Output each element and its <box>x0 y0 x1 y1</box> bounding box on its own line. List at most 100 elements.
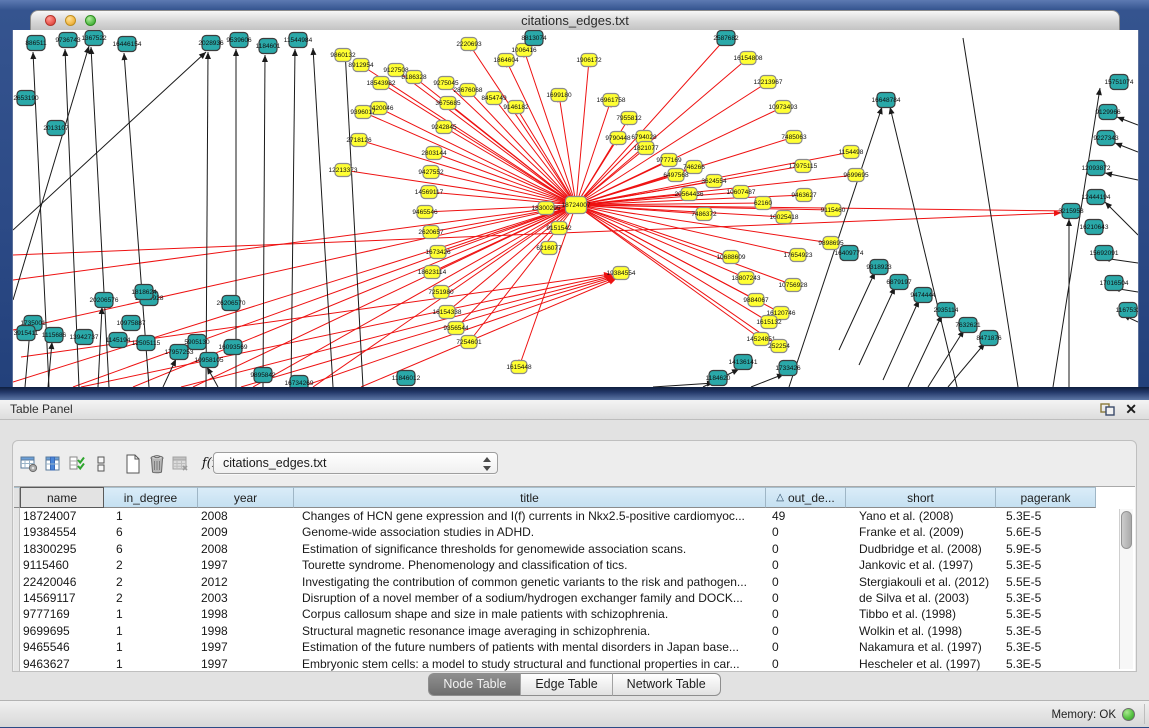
table-cell[interactable]: 0 <box>766 656 846 671</box>
table-cell[interactable]: 0 <box>766 606 846 622</box>
table-cell[interactable]: Disruption of a novel member of a sodium… <box>294 590 766 606</box>
table-cell[interactable]: 18300295 <box>20 541 104 557</box>
table-row[interactable]: 1456911722003Disruption of a novel membe… <box>14 590 1135 606</box>
table-cell[interactable]: 2 <box>104 590 198 606</box>
table-cell[interactable]: 2 <box>104 574 198 590</box>
table-cell[interactable]: Stergiakouli et al. (2012) <box>846 574 996 590</box>
table-cell[interactable]: 1 <box>104 623 198 639</box>
table-cell[interactable]: Investigating the contribution of common… <box>294 574 766 590</box>
tab-node-table[interactable]: Node Table <box>428 673 520 696</box>
table-cell[interactable]: 5.3E-5 <box>996 508 1096 524</box>
table-cell[interactable]: 0 <box>766 623 846 639</box>
table-cell[interactable]: 5.5E-5 <box>996 574 1096 590</box>
table-cell[interactable]: 14569117 <box>20 590 104 606</box>
table-cell[interactable]: Changes of HCN gene expression and I(f) … <box>294 508 766 524</box>
table-cell[interactable]: 1 <box>104 656 198 671</box>
table-cell[interactable]: 5.3E-5 <box>996 590 1096 606</box>
table-cell[interactable]: 2008 <box>198 508 294 524</box>
column-header-out-de-[interactable]: △out_de... <box>766 487 846 508</box>
tab-edge-table[interactable]: Edge Table <box>520 673 611 696</box>
network-canvas[interactable]: 1872400718300295927504528676068845474991… <box>12 30 1139 387</box>
table-selector-dropdown[interactable]: citations_edges.txt <box>213 452 498 474</box>
check-rows-icon[interactable] <box>66 452 88 476</box>
table-cell[interactable]: Embryonic stem cells: a model to study s… <box>294 656 766 671</box>
table-cell[interactable]: 49 <box>766 508 846 524</box>
table-cell[interactable]: 5.3E-5 <box>996 606 1096 622</box>
table-cell[interactable]: 2012 <box>198 574 294 590</box>
table-cell[interactable]: Tibbo et al. (1998) <box>846 606 996 622</box>
delete-table-icon[interactable] <box>170 452 192 476</box>
table-row[interactable]: 969969511998Structural magnetic resonanc… <box>14 623 1135 639</box>
column-pair-icon[interactable] <box>90 452 112 476</box>
select-column-icon[interactable] <box>42 452 64 476</box>
table-cell[interactable]: 1998 <box>198 606 294 622</box>
table-cell[interactable]: 9699695 <box>20 623 104 639</box>
table-row[interactable]: 946554611997Estimation of the future num… <box>14 639 1135 655</box>
table-cell[interactable]: 5.3E-5 <box>996 639 1096 655</box>
column-header-short[interactable]: short <box>846 487 996 508</box>
table-cell[interactable]: Genome-wide association studies in ADHD. <box>294 524 766 540</box>
table-cell[interactable]: Nakamura et al. (1997) <box>846 639 996 655</box>
table-cell[interactable]: Hescheler et al. (1997) <box>846 656 996 671</box>
table-row[interactable]: 1938455462009Genome-wide association stu… <box>14 524 1135 540</box>
table-cell[interactable]: Jankovic et al. (1997) <box>846 557 996 573</box>
table-cell[interactable]: 6 <box>104 541 198 557</box>
table-cell[interactable]: Yano et al. (2008) <box>846 508 996 524</box>
table-cell[interactable]: Corpus callosum shape and size in male p… <box>294 606 766 622</box>
table-cell[interactable]: 1998 <box>198 623 294 639</box>
table-cell[interactable]: 5.3E-5 <box>996 557 1096 573</box>
trash-icon[interactable] <box>146 452 168 476</box>
table-cell[interactable]: 0 <box>766 574 846 590</box>
table-cell[interactable]: 6 <box>104 524 198 540</box>
column-header-in-degree[interactable]: in_degree <box>104 487 198 508</box>
table-cell[interactable]: 1997 <box>198 639 294 655</box>
table-cell[interactable]: 2008 <box>198 541 294 557</box>
table-cell[interactable]: 0 <box>766 557 846 573</box>
column-header-pagerank[interactable]: pagerank <box>996 487 1096 508</box>
table-cell[interactable]: Dudbridge et al. (2008) <box>846 541 996 557</box>
table-row[interactable]: 1830029562008Estimation of significance … <box>14 541 1135 557</box>
citation-network-graph[interactable]: 1872400718300295927504528676068845474991… <box>13 30 1138 387</box>
pane-splitter[interactable] <box>0 387 1149 400</box>
table-cell[interactable]: 5.9E-5 <box>996 541 1096 557</box>
table-row[interactable]: 911546021997Tourette syndrome. Phenomeno… <box>14 557 1135 573</box>
table-cell[interactable]: Structural magnetic resonance image aver… <box>294 623 766 639</box>
table-cell[interactable]: Estimation of the future numbers of pati… <box>294 639 766 655</box>
table-cell[interactable]: 1 <box>104 606 198 622</box>
resize-grip[interactable] <box>1144 704 1145 724</box>
table-cell[interactable]: Wolkin et al. (1998) <box>846 623 996 639</box>
table-cell[interactable]: Estimation of significance thresholds fo… <box>294 541 766 557</box>
scrollbar-thumb[interactable] <box>1121 511 1132 549</box>
table-cell[interactable]: 18724007 <box>20 508 104 524</box>
table-row[interactable]: 1872400712008Changes of HCN gene express… <box>14 508 1135 524</box>
table-cell[interactable]: 2 <box>104 557 198 573</box>
column-header-title[interactable]: title <box>294 487 766 508</box>
table-cell[interactable]: Franke et al. (2009) <box>846 524 996 540</box>
table-cell[interactable]: 9463627 <box>20 656 104 671</box>
tab-network-table[interactable]: Network Table <box>612 673 721 696</box>
float-panel-icon[interactable] <box>1100 403 1115 416</box>
table-row[interactable]: 977716911998Corpus callosum shape and si… <box>14 606 1135 622</box>
column-header-year[interactable]: year <box>198 487 294 508</box>
table-cell[interactable]: 1997 <box>198 557 294 573</box>
column-header-name[interactable]: name <box>20 487 104 508</box>
table-cell[interactable]: 0 <box>766 639 846 655</box>
table-cell[interactable]: 0 <box>766 541 846 557</box>
table-cell[interactable]: Tourette syndrome. Phenomenology and cla… <box>294 557 766 573</box>
table-cell[interactable]: 19384554 <box>20 524 104 540</box>
table-cell[interactable]: 2003 <box>198 590 294 606</box>
table-row[interactable]: 2242004622012Investigating the contribut… <box>14 574 1135 590</box>
table-cell[interactable]: 9777169 <box>20 606 104 622</box>
table-settings-icon[interactable] <box>18 452 40 476</box>
table-cell[interactable]: 5.3E-5 <box>996 656 1096 671</box>
table-cell[interactable]: de Silva et al. (2003) <box>846 590 996 606</box>
close-panel-icon[interactable]: ✕ <box>1125 400 1137 419</box>
table-cell[interactable]: 5.3E-5 <box>996 623 1096 639</box>
table-cell[interactable]: 1 <box>104 508 198 524</box>
table-cell[interactable]: 5.6E-5 <box>996 524 1096 540</box>
table-cell[interactable]: 9465546 <box>20 639 104 655</box>
table-row[interactable]: 946362711997Embryonic stem cells: a mode… <box>14 656 1135 671</box>
table-cell[interactable]: 22420046 <box>20 574 104 590</box>
table-cell[interactable]: 2009 <box>198 524 294 540</box>
table-vertical-scrollbar[interactable] <box>1119 509 1133 669</box>
